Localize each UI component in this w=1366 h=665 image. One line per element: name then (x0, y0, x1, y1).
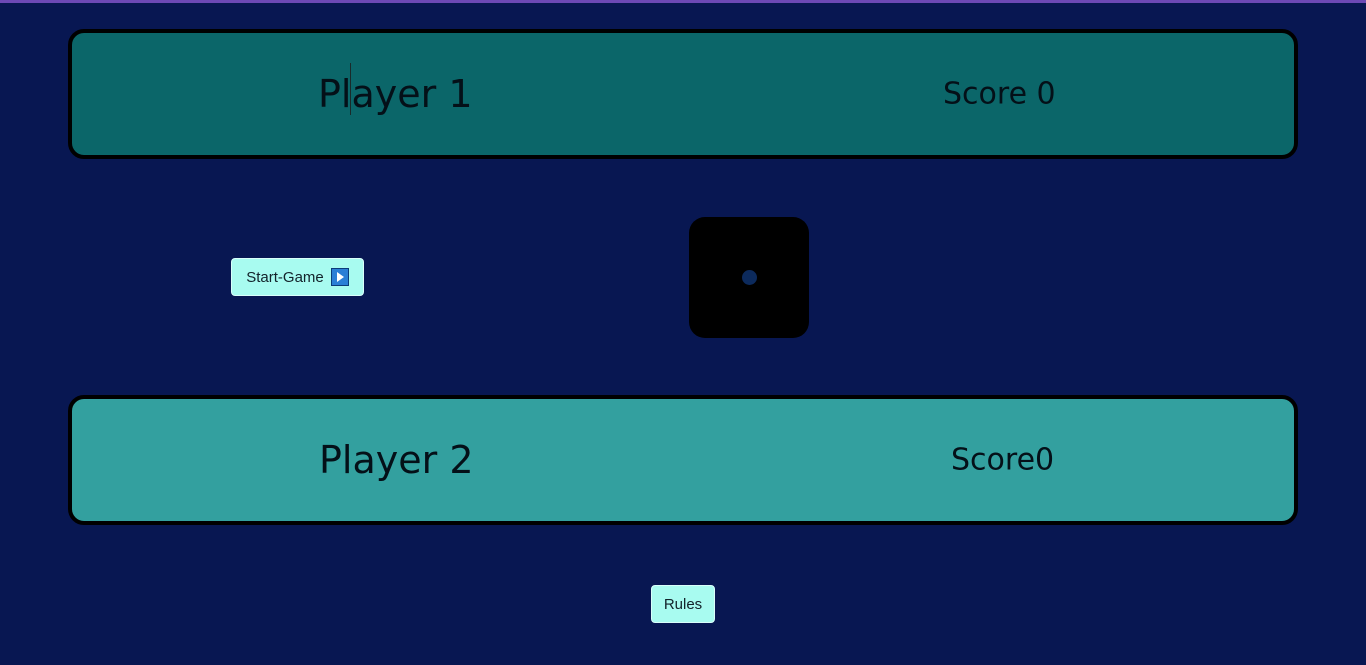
text-cursor (350, 63, 351, 115)
dice[interactable] (689, 217, 809, 338)
top-accent-bar (0, 0, 1366, 3)
rules-label: Rules (663, 595, 703, 613)
player-2-score: Score0 (951, 442, 1055, 478)
start-game-label: Start-Game (246, 268, 324, 286)
start-game-button[interactable]: Start-Game (231, 258, 364, 296)
player-2-panel: Player 2 Score0 (68, 395, 1298, 525)
play-icon (330, 268, 349, 286)
player-1-panel: Player 1 Score 0 (68, 29, 1298, 159)
rules-button[interactable]: Rules (651, 585, 715, 623)
player-2-name: Player 2 (319, 438, 474, 482)
player-1-name: Player 1 (318, 72, 473, 116)
dice-pip (742, 270, 757, 285)
player-1-score: Score 0 (943, 76, 1056, 112)
